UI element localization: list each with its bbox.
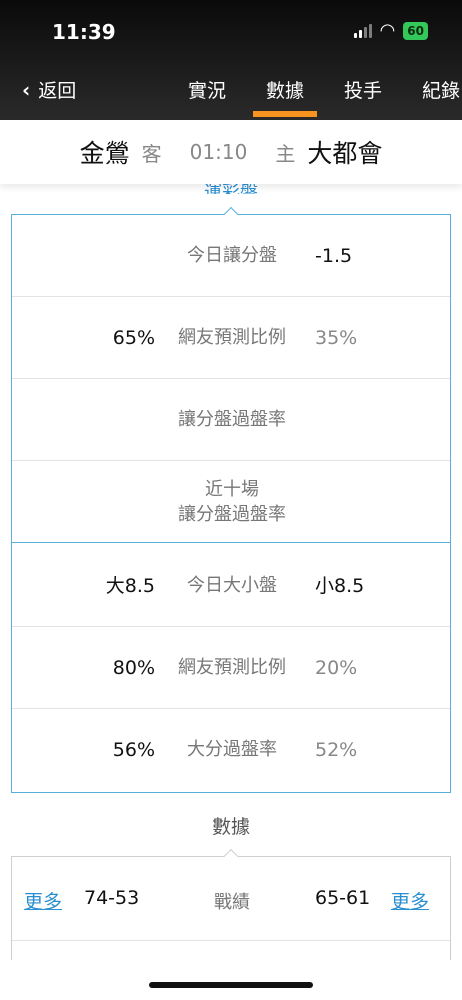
tab-live[interactable]: 實況 (168, 76, 246, 117)
home-indicator[interactable] (149, 982, 313, 988)
row-label: 網友預測比例 (178, 327, 286, 348)
row-label-multiline: 近十場 讓分盤過盤率 (152, 477, 312, 527)
row-label: 讓分盤過盤率 (178, 409, 286, 430)
row-label: 今日讓分盤 (187, 245, 277, 266)
top-bar: 11:39 ◠ 60 ‹ 返回 實況 數據 投手 紀錄 (0, 0, 462, 120)
row-right: 20% (315, 657, 358, 679)
home-team: 大都會 (307, 139, 383, 168)
row-right: 小8.5 (315, 575, 365, 597)
tab-stats[interactable]: 數據 (246, 76, 324, 117)
record-row: 更多 74-53 戰績 65-61 更多 (12, 857, 450, 941)
row-label: 大分過盤率 (187, 739, 277, 760)
match-header: 金鶯 客 01:10 主 大都會 (0, 120, 462, 184)
stats-table: 更多 74-53 戰績 65-61 更多 (11, 848, 451, 966)
tab-pitcher[interactable]: 投手 (324, 76, 402, 117)
more-link-away[interactable]: 更多 (24, 887, 62, 914)
away-role: 客 (141, 141, 162, 166)
odds-table: 今日讓分盤 -1.5 65% 網友預測比例 35% 讓分盤過盤率 近十場 讓分盤… (11, 206, 451, 793)
back-label: 返回 (38, 80, 77, 102)
row-left: 56% (112, 739, 155, 761)
row-right: 35% (315, 327, 358, 349)
table-row: 80% 網友預測比例 20% (12, 627, 450, 709)
match-time: 01:10 (189, 140, 248, 164)
table-row: 56% 大分過盤率 52% (12, 709, 450, 791)
row-label-line2: 讓分盤過盤率 (178, 504, 286, 525)
nav-bar: ‹ 返回 實況 數據 投手 紀錄 (0, 72, 462, 117)
row-label: 今日大小盤 (187, 575, 277, 596)
home-record: 65-61 (315, 887, 371, 909)
battery-icon: 60 (403, 22, 428, 40)
away-team: 金鶯 (79, 139, 130, 168)
record-label: 戰績 (214, 892, 250, 913)
home-role: 主 (275, 141, 296, 166)
stats-section-title: 數據 (211, 816, 250, 838)
tab-records[interactable]: 紀錄 (402, 76, 462, 117)
row-left: 大8.5 (105, 575, 155, 597)
home-indicator-area (0, 960, 462, 1000)
row-label: 網友預測比例 (178, 657, 286, 678)
signal-icon (353, 24, 372, 38)
table-row: 讓分盤過盤率 (12, 379, 450, 461)
row-left: 80% (112, 657, 155, 679)
chevron-left-icon: ‹ (22, 77, 31, 102)
more-link-home[interactable]: 更多 (391, 887, 429, 914)
table-row: 近十場 讓分盤過盤率 (12, 461, 450, 543)
row-label-line1: 近十場 (205, 479, 259, 500)
table-row: 65% 網友預測比例 35% (12, 297, 450, 379)
table-row: 大8.5 今日大小盤 小8.5 (12, 545, 450, 627)
row-left: 65% (112, 327, 155, 349)
status-time: 11:39 (52, 20, 116, 44)
row-right: 52% (315, 739, 358, 761)
away-record: 74-53 (84, 887, 140, 909)
tab-bar: 實況 數據 投手 紀錄 (168, 76, 462, 117)
wifi-icon: ◠ (379, 20, 396, 41)
status-bar: 11:39 ◠ 60 (0, 18, 462, 48)
back-button[interactable]: ‹ 返回 (22, 76, 76, 103)
status-icons: ◠ 60 (353, 20, 428, 41)
table-row: 今日讓分盤 -1.5 (12, 215, 450, 297)
row-right: -1.5 (315, 245, 353, 267)
